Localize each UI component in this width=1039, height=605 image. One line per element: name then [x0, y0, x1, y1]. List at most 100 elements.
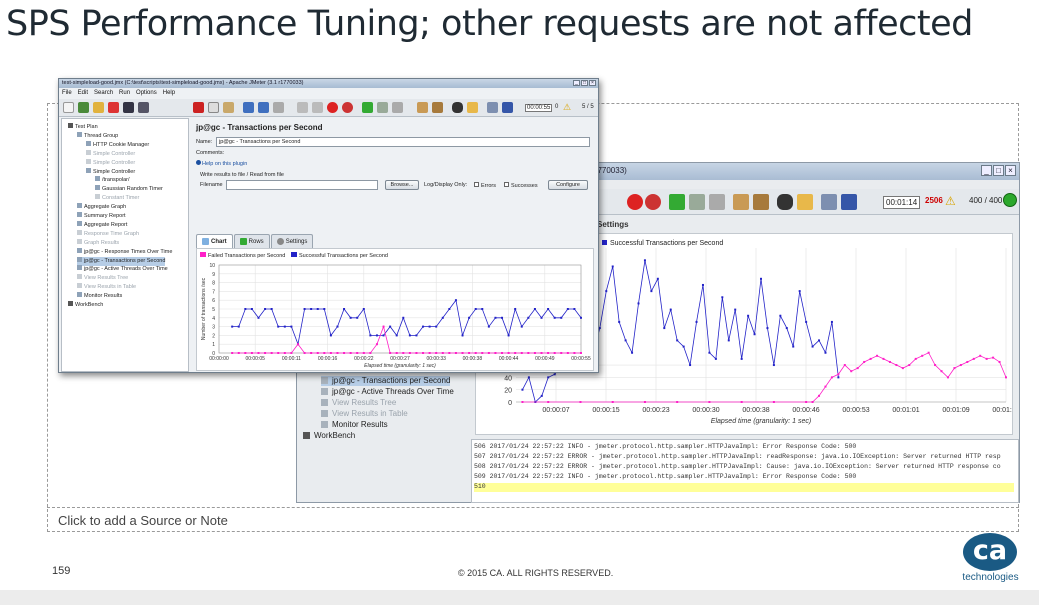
- tree-item[interactable]: View Results Tree: [321, 398, 396, 408]
- clear-icon[interactable]: [417, 102, 428, 113]
- help-icon[interactable]: [502, 102, 513, 113]
- close-button[interactable]: ×: [1005, 165, 1016, 176]
- tree-item[interactable]: WorkBench: [68, 301, 103, 310]
- tree-item[interactable]: WorkBench: [303, 431, 355, 441]
- maximize-button[interactable]: □: [581, 80, 588, 86]
- remote-stop-icon[interactable]: [392, 102, 403, 113]
- menu-file[interactable]: File: [62, 90, 72, 97]
- clear-icon[interactable]: [733, 194, 749, 210]
- templates-icon[interactable]: [78, 102, 89, 113]
- tree-item[interactable]: Gaussian Random Timer: [95, 185, 163, 194]
- errors-checkbox[interactable]: Errors: [474, 182, 496, 189]
- successes-checkbox[interactable]: Successes: [504, 182, 538, 189]
- menu-edit[interactable]: Edit: [78, 90, 88, 97]
- save-icon[interactable]: [123, 102, 134, 113]
- stop-icon[interactable]: [327, 102, 338, 113]
- tree-item[interactable]: /transpolar/: [95, 176, 130, 185]
- data-point: [863, 360, 866, 363]
- save-as-icon[interactable]: [138, 102, 149, 113]
- shutdown-icon[interactable]: [342, 102, 353, 113]
- new-icon[interactable]: [63, 102, 74, 113]
- paste-icon[interactable]: [223, 102, 234, 113]
- function-helper-icon[interactable]: [821, 194, 837, 210]
- minimize-button[interactable]: _: [573, 80, 580, 86]
- tree-item[interactable]: Simple Controller: [86, 149, 135, 159]
- tree-item[interactable]: Response Time Graph: [77, 229, 139, 239]
- copy-icon[interactable]: [208, 102, 219, 113]
- front-chart: Failed Transactions per Second Successful…: [196, 248, 594, 371]
- tree-item[interactable]: Simple Controller: [86, 158, 135, 168]
- remote-stop-icon[interactable]: [709, 194, 725, 210]
- function-helper-icon[interactable]: [487, 102, 498, 113]
- note-placeholder[interactable]: Click to add a Source or Note: [58, 513, 228, 528]
- tree-item[interactable]: Aggregate Report: [77, 220, 127, 230]
- open-icon[interactable]: [93, 102, 104, 113]
- filename-field[interactable]: [226, 180, 378, 190]
- tab-chart[interactable]: Chart: [196, 234, 233, 248]
- tab-settings[interactable]: Settings: [270, 234, 314, 248]
- panel-title: jp@gc - Transactions per Second: [196, 123, 323, 132]
- data-point: [422, 325, 425, 328]
- binoculars-icon[interactable]: [452, 102, 463, 113]
- tree-item[interactable]: jp@gc - Response Times Over Time: [77, 247, 172, 257]
- tree-item[interactable]: jp@gc - Transactions per Second: [321, 376, 451, 386]
- stop-icon[interactable]: [627, 194, 643, 210]
- reset-search-icon[interactable]: [797, 194, 813, 210]
- help-icon[interactable]: [841, 194, 857, 210]
- menu-run[interactable]: Run: [119, 90, 130, 97]
- menu-options[interactable]: Options: [136, 90, 157, 97]
- remote-start-icon[interactable]: [669, 194, 685, 210]
- tree-item[interactable]: HTTP Cookie Manager: [86, 140, 149, 150]
- maximize-button[interactable]: □: [993, 165, 1004, 176]
- tree-item[interactable]: Test Plan: [68, 123, 98, 132]
- tab-rows[interactable]: Rows: [233, 234, 270, 248]
- remote-start-all-icon[interactable]: [689, 194, 705, 210]
- tab-settings[interactable]: Settings: [597, 220, 629, 229]
- tree-item[interactable]: Monitor Results: [77, 292, 122, 301]
- close-button[interactable]: ×: [589, 80, 596, 86]
- tree-item[interactable]: Thread Group: [77, 131, 118, 141]
- tree-item[interactable]: Constant Timer: [95, 194, 139, 203]
- browse-button[interactable]: Browse...: [385, 180, 419, 190]
- tree-item[interactable]: Summary Report: [77, 212, 126, 221]
- menu-help[interactable]: Help: [163, 90, 175, 97]
- tree-item[interactable]: Simple Controller: [86, 167, 135, 177]
- cut-icon[interactable]: [193, 102, 204, 113]
- reset-search-icon[interactable]: [467, 102, 478, 113]
- menu-search[interactable]: Search: [94, 90, 113, 97]
- tree-item[interactable]: Aggregate Graph: [77, 203, 126, 212]
- start-no-pause-icon[interactable]: [312, 102, 323, 113]
- data-point: [772, 401, 775, 403]
- tree-item[interactable]: jp@gc - Active Threads Over Time: [77, 265, 168, 274]
- start-icon[interactable]: [297, 102, 308, 113]
- minimize-button[interactable]: _: [981, 165, 992, 176]
- toggle-icon[interactable]: [273, 102, 284, 113]
- remote-start-icon[interactable]: [362, 102, 373, 113]
- tree-item-label: View Results in Table: [84, 284, 137, 291]
- close-plan-icon[interactable]: [108, 102, 119, 113]
- clear-all-icon[interactable]: [753, 194, 769, 210]
- warning-icon[interactable]: ⚠: [563, 102, 571, 113]
- data-point: [362, 352, 365, 354]
- name-field[interactable]: jp@gc - Transactions per Second: [216, 137, 590, 147]
- tree-item[interactable]: jp@gc - Active Threads Over Time: [321, 387, 454, 397]
- help-link[interactable]: Help on this plugin: [196, 160, 247, 167]
- collapse-icon[interactable]: [258, 102, 269, 113]
- tree-item[interactable]: View Results in Table: [321, 409, 408, 419]
- data-point: [624, 339, 627, 342]
- x-tick-label: 00:00:49: [535, 356, 555, 362]
- shutdown-icon[interactable]: [645, 194, 661, 210]
- tree-item[interactable]: View Results in Table: [77, 283, 136, 292]
- y-tick-label: 40: [504, 375, 512, 382]
- tree-item[interactable]: Graph Results: [77, 238, 119, 248]
- clear-all-icon[interactable]: [432, 102, 443, 113]
- expand-icon[interactable]: [243, 102, 254, 113]
- tree-item[interactable]: Monitor Results: [321, 420, 388, 430]
- warning-icon[interactable]: ⚠: [945, 194, 956, 208]
- binoculars-icon[interactable]: [777, 194, 793, 210]
- configure-button[interactable]: Configure: [548, 180, 588, 190]
- remote-start-all-icon[interactable]: [377, 102, 388, 113]
- data-point: [643, 259, 646, 262]
- tree-item[interactable]: jp@gc - Transactions per Second: [77, 256, 166, 266]
- tree-item[interactable]: View Results Tree: [77, 274, 128, 283]
